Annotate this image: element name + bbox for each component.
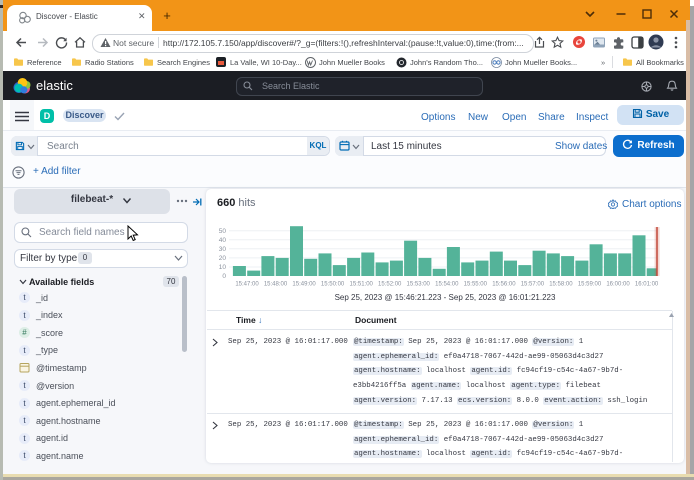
svg-text:15:49:00: 15:49:00 <box>292 282 316 288</box>
svg-text:15:50:00: 15:50:00 <box>321 282 345 288</box>
svg-text:15:59:00: 15:59:00 <box>578 282 602 288</box>
svg-text:15:58:00: 15:58:00 <box>549 282 573 288</box>
svg-text:15:54:00: 15:54:00 <box>435 282 459 288</box>
svg-text:10: 10 <box>219 264 227 271</box>
svg-text:16:00:00: 16:00:00 <box>606 282 630 288</box>
svg-text:15:57:00: 15:57:00 <box>521 282 545 288</box>
svg-text:15:48:00: 15:48:00 <box>264 282 288 288</box>
svg-text:16:01:00: 16:01:00 <box>635 282 659 288</box>
svg-text:20: 20 <box>219 255 227 262</box>
svg-text:15:55:00: 15:55:00 <box>464 282 488 288</box>
svg-text:30: 30 <box>219 246 227 253</box>
svg-text:15:53:00: 15:53:00 <box>407 282 431 288</box>
svg-text:15:51:00: 15:51:00 <box>350 282 374 288</box>
svg-text:15:56:00: 15:56:00 <box>492 282 516 288</box>
svg-text:40: 40 <box>219 237 227 244</box>
svg-text:50: 50 <box>219 228 227 235</box>
svg-text:0: 0 <box>222 273 226 280</box>
svg-text:15:52:00: 15:52:00 <box>378 282 402 288</box>
svg-text:15:47:00: 15:47:00 <box>235 282 259 288</box>
